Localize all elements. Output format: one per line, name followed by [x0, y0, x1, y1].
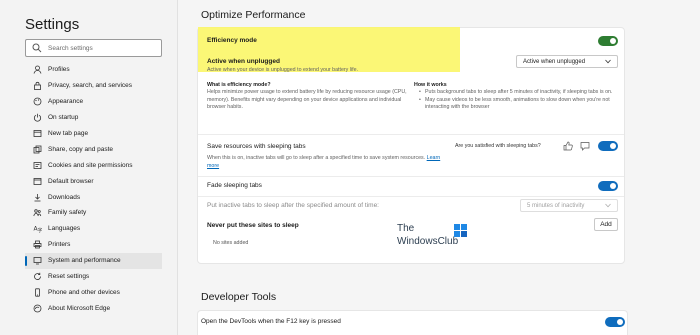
sidebar-item-label: Family safety: [48, 209, 87, 217]
sleeping-tabs-toggle[interactable]: [598, 141, 618, 151]
efficiency-mode-label: Efficiency mode: [207, 37, 257, 44]
phone-icon: [35, 288, 40, 297]
how-it-works-point: Puts background tabs to sleep after 5 mi…: [419, 89, 619, 97]
fade-sleeping-tabs-label: Fade sleeping tabs: [207, 182, 262, 189]
sidebar-item-label: Appearance: [48, 98, 84, 106]
settings-sidebar: Settings Profiles Privacy, search, and se…: [0, 0, 178, 335]
svg-text:字: 字: [38, 227, 43, 233]
windowsclub-watermark: The WindowsClub: [397, 223, 467, 253]
section-title-developer-tools: Developer Tools: [201, 291, 277, 303]
sidebar-item-share-copy-and-paste[interactable]: Share, copy and paste: [25, 141, 162, 157]
sidebar-item-downloads[interactable]: Downloads: [25, 189, 162, 205]
sidebar-item-label: Default browser: [48, 177, 94, 185]
sidebar-item-appearance[interactable]: Appearance: [25, 94, 162, 110]
feedback-prompt: Are you satisfied with sleeping tabs?: [455, 143, 541, 149]
sidebar-item-label: Languages: [48, 225, 81, 233]
sidebar-item-label: Printers: [48, 241, 71, 249]
sidebar-item-printers[interactable]: Printers: [25, 237, 162, 253]
feedback-icon[interactable]: [580, 141, 590, 151]
watermark-line1: The: [397, 223, 415, 234]
sidebar-item-label: Cookies and site permissions: [48, 161, 133, 169]
windowsclub-logo-icon: [454, 224, 467, 237]
system-icon: [33, 257, 42, 265]
sidebar-item-label: On startup: [48, 114, 79, 122]
sidebar-item-label: Privacy, search, and services: [48, 82, 133, 90]
efficiency-mode-toggle[interactable]: [598, 36, 618, 46]
sidebar-item-new-tab-page[interactable]: New tab page: [25, 126, 162, 142]
search-icon: [32, 43, 42, 53]
sidebar-item-label: New tab page: [48, 130, 89, 137]
printer-icon: [33, 240, 42, 249]
sidebar-item-label: Downloads: [48, 193, 81, 201]
sleeping-tabs-desc-text: When this is on, inactive tabs will go t…: [207, 155, 426, 161]
sidebar-item-on-startup[interactable]: On startup: [25, 110, 162, 126]
sidebar-item-label: Share, copy and paste: [48, 145, 114, 153]
divider: [198, 196, 624, 197]
search-input[interactable]: [48, 41, 158, 55]
sidebar-item-reset-settings[interactable]: Reset settings: [25, 269, 162, 285]
sidebar-item-family-safety[interactable]: Family safety: [25, 205, 162, 221]
sidebar-item-label: System and performance: [48, 257, 121, 265]
highlight-overlay: [198, 27, 460, 72]
reset-icon: [34, 272, 41, 280]
profile-icon: [33, 66, 42, 75]
how-it-works-point: May cause videos to be less smooth, anim…: [419, 97, 619, 112]
efficiency-mode-dropdown[interactable]: Active when unplugged: [516, 55, 618, 68]
languages-icon: A字: [34, 226, 43, 234]
what-is-efficiency-mode-desc: Helps minimize power usage to extend bat…: [207, 89, 407, 110]
search-box[interactable]: [25, 39, 162, 57]
new-tab-icon: [33, 130, 42, 137]
lock-icon: [34, 82, 41, 91]
active-when-unplugged-desc: Active when your device is unplugged to …: [207, 67, 359, 73]
chevron-down-icon: [605, 59, 611, 64]
sidebar-item-about-microsoft-edge[interactable]: About Microsoft Edge: [25, 300, 162, 316]
sleeping-tabs-desc: When this is on, inactive tabs will go t…: [207, 155, 447, 170]
sidebar-item-phone-and-other-devices[interactable]: Phone and other devices: [25, 284, 162, 300]
cookies-icon: [33, 161, 42, 169]
chevron-down-icon: [605, 203, 611, 208]
settings-title: Settings: [25, 16, 80, 33]
sidebar-item-privacy-search-and-services[interactable]: Privacy, search, and services: [25, 78, 162, 94]
divider: [198, 176, 624, 177]
power-icon: [33, 113, 42, 122]
no-sites-text: No sites added: [213, 240, 249, 246]
divider: [198, 134, 624, 135]
sidebar-nav: Profiles Privacy, search, and services App…: [25, 62, 162, 316]
how-it-works-list: Puts background tabs to sleep after 5 mi…: [419, 89, 619, 112]
sleeping-tabs-label: Save resources with sleeping tabs: [207, 143, 306, 150]
active-when-unplugged-label: Active when unplugged: [207, 58, 280, 65]
sidebar-item-default-browser[interactable]: Default browser: [25, 173, 162, 189]
add-site-button[interactable]: Add: [594, 218, 618, 231]
sidebar-item-label: Reset settings: [48, 273, 90, 281]
inactive-timeout-dropdown[interactable]: 5 minutes of inactivity: [520, 199, 618, 212]
never-sleep-label: Never put these sites to sleep: [207, 222, 299, 229]
section-title-optimize-performance: Optimize Performance: [201, 9, 306, 21]
devtools-f12-label: Open the DevTools when the F12 key is pr…: [201, 318, 341, 325]
sidebar-item-label: About Microsoft Edge: [48, 304, 111, 312]
sidebar-item-system-and-performance[interactable]: System and performance: [25, 252, 162, 269]
sidebar-item-label: Phone and other devices: [48, 288, 120, 296]
devtools-f12-toggle[interactable]: [605, 317, 625, 327]
inactive-timeout-label: Put inactive tabs to sleep after the spe…: [207, 202, 379, 209]
share-icon: [33, 145, 42, 154]
efficiency-mode-dropdown-value: Active when unplugged: [523, 58, 586, 65]
sidebar-item-profiles[interactable]: Profiles: [25, 62, 162, 78]
sidebar-item-label: Profiles: [48, 66, 70, 74]
sidebar-item-cookies-and-site-permissions[interactable]: Cookies and site permissions: [25, 157, 162, 173]
family-icon: [33, 209, 42, 217]
edge-icon: [33, 304, 42, 313]
appearance-icon: [33, 97, 42, 106]
browser-icon: [33, 177, 42, 185]
thumbs-up-icon[interactable]: [563, 141, 573, 151]
sidebar-item-languages[interactable]: A 字 Languages: [25, 221, 162, 237]
download-icon: [34, 193, 41, 201]
watermark-line2: WindowsClub: [397, 236, 459, 247]
fade-sleeping-tabs-toggle[interactable]: [598, 181, 618, 191]
inactive-timeout-dropdown-value: 5 minutes of inactivity: [527, 202, 585, 209]
